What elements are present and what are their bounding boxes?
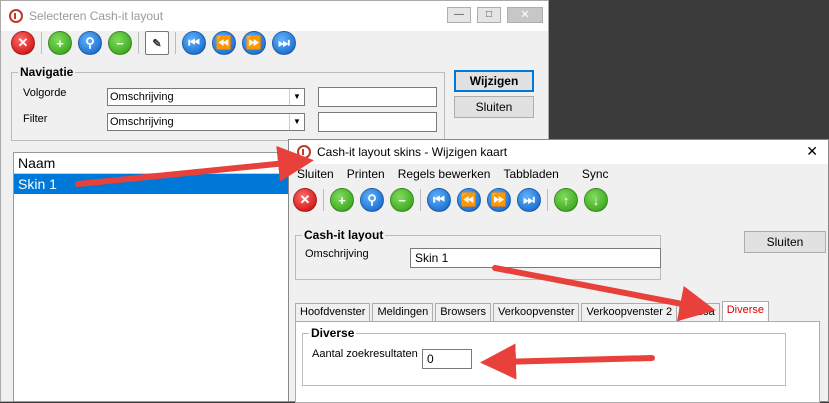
edit-button[interactable]: Wijzigen <box>454 70 534 92</box>
tab-verkoopvenster[interactable]: Verkoopvenster <box>493 303 580 321</box>
menu-sluiten[interactable]: Sluiten <box>297 167 334 181</box>
remove-icon[interactable]: − <box>390 188 414 212</box>
tab-meldingen[interactable]: Meldingen <box>372 303 434 321</box>
tab-verkoopvenster-2[interactable]: Verkoopvenster 2 <box>581 303 678 321</box>
title-bar: Selecteren Cash-it layout — □ ✕ <box>1 1 548 31</box>
order-select[interactable]: Omschrijving ▼ <box>107 88 305 106</box>
add-icon[interactable]: + <box>48 31 72 55</box>
search-icon[interactable]: ⚲ <box>360 188 384 212</box>
menu-bar: Sluiten Printen Regels bewerken Tabblade… <box>297 167 622 181</box>
app-logo-icon <box>297 145 311 159</box>
layout-legend: Cash-it layout <box>304 228 384 242</box>
app-logo-icon <box>9 9 23 23</box>
search-results-count-input[interactable]: 0 <box>422 349 472 369</box>
order-label: Volgorde <box>23 87 67 99</box>
arrow-down-icon[interactable]: ↓ <box>584 188 608 212</box>
close-icon[interactable]: ✕ <box>806 143 818 160</box>
tab-bar: Hoofdvenster Meldingen Browsers Verkoopv… <box>295 301 771 321</box>
separator <box>323 189 324 211</box>
arrow-up-icon[interactable]: ↑ <box>554 188 578 212</box>
last-icon[interactable]: ⏭ <box>272 31 296 55</box>
chevron-down-icon[interactable]: ▼ <box>289 114 304 130</box>
navigation-legend: Navigatie <box>20 65 74 79</box>
last-icon[interactable]: ⏭ <box>517 188 541 212</box>
search-icon[interactable]: ⚲ <box>78 31 102 55</box>
menu-tabbladen[interactable]: Tabbladen <box>503 167 558 181</box>
close-button[interactable]: Sluiten <box>744 231 826 253</box>
window-title: Cash-it layout skins - Wijzigen kaart <box>317 145 508 159</box>
close-icon[interactable]: ✕ <box>293 188 317 212</box>
close-window-button[interactable]: ✕ <box>507 7 543 23</box>
diverse-tab-panel: Diverse Aantal zoekresultaten 0 <box>295 321 820 403</box>
description-label: Omschrijving <box>305 248 369 260</box>
menu-sync[interactable]: Sync <box>582 167 609 181</box>
previous-icon[interactable]: ⏪ <box>457 188 481 212</box>
separator <box>41 32 42 54</box>
close-icon[interactable]: ✕ <box>11 31 35 55</box>
clipboard-icon[interactable]: ✎ <box>145 31 169 55</box>
edit-layout-skin-window: Cash-it layout skins - Wijzigen kaart ✕ … <box>288 139 829 403</box>
add-icon[interactable]: + <box>330 188 354 212</box>
title-bar: Cash-it layout skins - Wijzigen kaart ✕ <box>289 140 828 164</box>
minimize-button[interactable]: — <box>447 7 471 23</box>
next-icon[interactable]: ⏩ <box>242 31 266 55</box>
first-icon[interactable]: ⏮ <box>182 31 206 55</box>
next-icon[interactable]: ⏩ <box>487 188 511 212</box>
separator <box>547 189 548 211</box>
tab-kassa[interactable]: Kassa <box>679 303 720 321</box>
previous-icon[interactable]: ⏪ <box>212 31 236 55</box>
tab-diverse[interactable]: Diverse <box>721 301 769 321</box>
filter-select[interactable]: Omschrijving ▼ <box>107 113 305 131</box>
search-results-label: Aantal zoekresultaten <box>312 348 418 360</box>
filter-label: Filter <box>23 113 48 125</box>
close-button[interactable]: Sluiten <box>454 96 534 118</box>
order-select-value: Omschrijving <box>110 91 174 103</box>
toolbar: ✕ + ⚲ − ✎ ⏮ ⏪ ⏩ ⏭ <box>11 31 302 55</box>
first-icon[interactable]: ⏮ <box>427 188 451 212</box>
separator <box>420 189 421 211</box>
remove-icon[interactable]: − <box>108 31 132 55</box>
window-title: Selecteren Cash-it layout <box>29 9 164 23</box>
separator <box>138 32 139 54</box>
description-input[interactable]: Skin 1 <box>410 248 661 268</box>
menu-regels-bewerken[interactable]: Regels bewerken <box>398 167 491 181</box>
diverse-legend: Diverse <box>311 326 355 340</box>
separator <box>175 32 176 54</box>
filter-input[interactable] <box>318 112 437 132</box>
toolbar: ✕ + ⚲ − ⏮ ⏪ ⏩ ⏭ ↑ ↓ <box>293 188 614 212</box>
maximize-button[interactable]: □ <box>477 7 501 23</box>
filter-select-value: Omschrijving <box>110 116 174 128</box>
order-search-input[interactable] <box>318 87 437 107</box>
chevron-down-icon[interactable]: ▼ <box>289 89 304 105</box>
menu-printen[interactable]: Printen <box>347 167 385 181</box>
tab-browsers[interactable]: Browsers <box>435 303 492 321</box>
tab-hoofdvenster[interactable]: Hoofdvenster <box>295 303 371 321</box>
